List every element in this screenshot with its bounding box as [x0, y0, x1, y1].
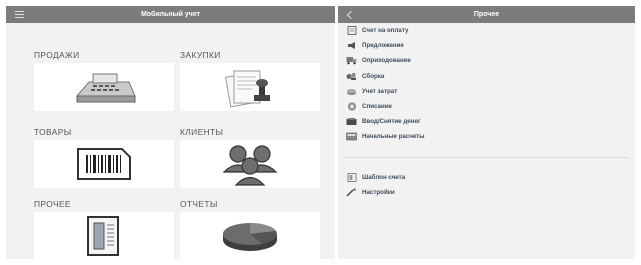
people-icon — [222, 145, 278, 186]
cash-register-icon — [75, 73, 136, 103]
main-title: Мобильный учет — [140, 11, 201, 18]
tile-sales-label: ПРОДАЖИ — [34, 50, 80, 60]
coins-icon — [346, 87, 357, 96]
barcode-icon — [77, 148, 131, 180]
menu-item-label: Начальные расчеты — [362, 133, 425, 141]
menu-item-settings[interactable]: Настройки — [338, 185, 635, 200]
assembly-icon — [346, 72, 357, 81]
menu-item-write-off[interactable]: Списание — [338, 99, 635, 114]
menu-item-label: Сборка — [362, 72, 385, 80]
cash-icon — [346, 117, 357, 126]
hamburger-icon — [14, 11, 24, 18]
stamp-documents-icon — [224, 70, 270, 108]
other-header: Прочее — [338, 6, 635, 23]
settings-wand-icon — [346, 187, 357, 197]
menu-item-label: Оприходование — [362, 57, 411, 65]
menu-item-initial-settlements[interactable]: Начальные расчеты — [338, 129, 635, 144]
tile-reports-label: ОТЧЕТЫ — [180, 199, 218, 209]
tile-clients-label: КЛИЕНТЫ — [180, 127, 224, 137]
menu-item-costs[interactable]: Учет затрат — [338, 84, 635, 99]
menu-item-invoice[interactable]: Счет на оплату — [338, 23, 635, 38]
main-menu-panel: Мобильный учет ПРОДАЖИ ЗАКУПКИ ТОВАРЫ КЛ… — [6, 6, 335, 259]
menu-item-invoice-template[interactable]: Шаблон счета — [338, 170, 635, 185]
tile-purchases-button[interactable] — [180, 63, 320, 111]
menu-item-label: Предложение — [362, 42, 404, 50]
calculator-icon — [346, 132, 357, 141]
main-header: Мобильный учет — [6, 6, 335, 23]
other-menu-list: Счет на оплату Предложение Оприходование… — [338, 23, 635, 200]
menu-item-cash[interactable]: Ввод/Снятие денег — [338, 114, 635, 129]
menu-item-label: Шаблон счета — [362, 173, 406, 181]
document-thermometer-icon — [87, 216, 119, 256]
invoice-icon — [346, 26, 357, 35]
other-title: Прочее — [473, 11, 500, 18]
menu-item-receipt[interactable]: Оприходование — [338, 53, 635, 68]
truck-icon — [346, 56, 357, 65]
megaphone-icon — [346, 41, 357, 50]
tile-reports-button[interactable] — [180, 212, 320, 259]
tile-other-button[interactable] — [34, 212, 174, 259]
menu-item-label: Учет затрат — [362, 87, 398, 95]
template-icon — [346, 172, 357, 182]
tile-sales-button[interactable] — [34, 63, 174, 111]
write-off-icon — [346, 102, 357, 111]
menu-item-label: Счет на оплату — [362, 27, 409, 35]
tile-other-label: ПРОЧЕЕ — [34, 199, 71, 209]
menu-item-label: Списание — [362, 103, 392, 111]
back-button[interactable] — [342, 6, 356, 23]
menu-item-offer[interactable]: Предложение — [338, 38, 635, 53]
back-chevron-icon — [346, 10, 356, 19]
menu-item-label: Настройки — [362, 188, 395, 196]
menu-button[interactable] — [12, 6, 26, 23]
menu-item-assembly[interactable]: Сборка — [338, 69, 635, 84]
tile-clients-button[interactable] — [180, 140, 320, 188]
other-panel: Прочее Счет на оплату Предложение Оприхо… — [338, 6, 635, 259]
tile-goods-label: ТОВАРЫ — [34, 127, 72, 137]
pie-chart-icon — [223, 223, 277, 251]
tile-goods-button[interactable] — [34, 140, 174, 188]
menu-item-label: Ввод/Снятие денег — [362, 118, 421, 126]
tile-purchases-label: ЗАКУПКИ — [180, 50, 221, 60]
